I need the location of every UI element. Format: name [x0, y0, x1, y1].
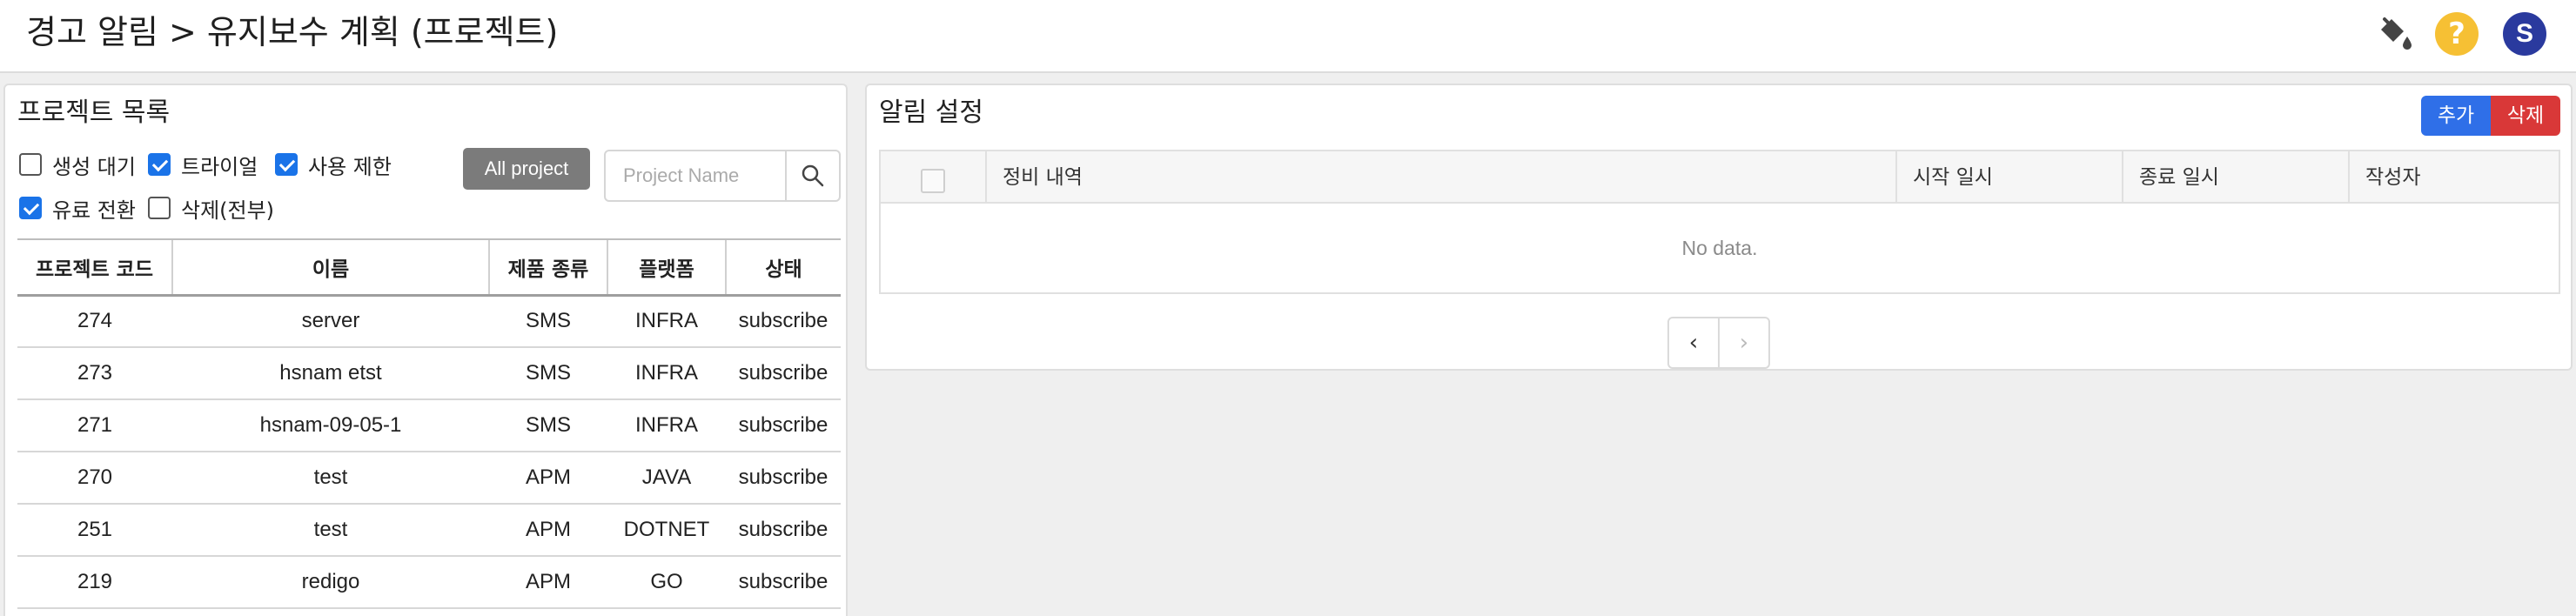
cell-name: server [172, 295, 489, 348]
cell-platform: JAVA [607, 452, 726, 505]
filter-deleted-label: 삭제(전부) [181, 198, 275, 223]
cell-status: subscribe [726, 295, 841, 348]
add-button[interactable]: 추가 [2421, 96, 2491, 136]
filter-trial[interactable]: 트라이얼 [148, 150, 258, 179]
cell-product-type: SMS [489, 347, 607, 400]
table-row[interactable]: 271 hsnam-09-05-1 SMS INFRA subscribe [17, 399, 841, 452]
pagination: ‹ › [1667, 317, 1770, 369]
cell-project-code: 271 [17, 399, 172, 452]
cell-platform: DOTNET [607, 504, 726, 557]
top-header: 경고 알림 > 유지보수 계획 (프로젝트) ? S [0, 0, 2576, 73]
no-data-message: No data. [1681, 237, 1758, 259]
col-platform[interactable]: 플랫폼 [607, 238, 726, 297]
project-list-title: 프로젝트 목록 [17, 97, 171, 128]
col-status[interactable]: 상태 [725, 238, 841, 297]
cell-platform: INFRA [607, 295, 726, 348]
prev-page-button[interactable]: ‹ [1669, 318, 1720, 367]
project-search [604, 150, 841, 202]
col-project-code[interactable]: 프로젝트 코드 [17, 238, 172, 297]
checkbox-restricted[interactable] [275, 153, 298, 176]
cell-name: test [172, 504, 489, 557]
alert-settings-title: 알림 설정 [879, 97, 983, 128]
page-title: 경고 알림 > 유지보수 계획 (프로젝트) [26, 13, 559, 51]
filter-restricted[interactable]: 사용 제한 [275, 150, 392, 179]
table-row[interactable]: 270 test APM JAVA subscribe [17, 452, 841, 505]
search-button[interactable] [785, 151, 839, 200]
all-project-button[interactable]: All project [463, 148, 590, 190]
filter-restricted-label: 사용 제한 [308, 154, 392, 179]
cell-status: subscribe [726, 504, 841, 557]
checkbox-trial[interactable] [148, 153, 171, 176]
col-maintenance-detail[interactable]: 정비 내역 [985, 151, 1895, 204]
cell-project-code: 274 [17, 295, 172, 348]
filter-pending[interactable]: 생성 대기 [19, 150, 136, 179]
cell-status: subscribe [726, 452, 841, 505]
cell-name: redigo [172, 556, 489, 609]
cell-product-type: SMS [489, 295, 607, 348]
next-page-button[interactable]: › [1720, 318, 1768, 367]
col-name[interactable]: 이름 [171, 238, 489, 297]
select-all-checkbox[interactable] [921, 169, 945, 193]
checkbox-deleted[interactable] [148, 197, 171, 219]
filter-trial-label: 트라이얼 [181, 154, 258, 179]
paint-bucket-icon[interactable] [2372, 12, 2414, 54]
checkbox-paid[interactable] [19, 197, 42, 219]
col-author[interactable]: 작성자 [2348, 151, 2559, 204]
cell-name: test [172, 452, 489, 505]
filter-pending-label: 생성 대기 [52, 154, 136, 179]
delete-button[interactable]: 삭제 [2491, 96, 2560, 136]
project-name-search-input[interactable] [606, 151, 785, 200]
cell-product-type: APM [489, 504, 607, 557]
cell-product-type: APM [489, 452, 607, 505]
cell-name: hsnam-09-05-1 [172, 399, 489, 452]
cell-name: hsnam etst [172, 347, 489, 400]
cell-platform: INFRA [607, 347, 726, 400]
col-product-type[interactable]: 제품 종류 [488, 238, 607, 297]
cell-status: subscribe [726, 347, 841, 400]
table-header-row: 프로젝트 코드 이름 제품 종류 플랫폼 상태 [17, 238, 841, 297]
filter-deleted[interactable]: 삭제(전부) [148, 193, 274, 223]
user-avatar[interactable]: S [2503, 12, 2546, 56]
help-icon[interactable]: ? [2435, 12, 2479, 56]
cell-platform: GO [607, 556, 726, 609]
project-table: 프로젝트 코드 이름 제품 종류 플랫폼 상태 274 server SMS I… [17, 238, 841, 609]
maintenance-grid: 정비 내역 시작 일시 종료 일시 작성자 No data. [879, 150, 2560, 294]
table-row[interactable]: 219 redigo APM GO subscribe [17, 556, 841, 609]
search-icon [802, 164, 824, 187]
table-row[interactable]: 251 test APM DOTNET subscribe [17, 504, 841, 557]
grid-header-row: 정비 내역 시작 일시 종료 일시 작성자 [881, 151, 2559, 204]
cell-product-type: SMS [489, 399, 607, 452]
cell-project-code: 219 [17, 556, 172, 609]
table-row[interactable]: 274 server SMS INFRA subscribe [17, 295, 841, 348]
filter-paid[interactable]: 유료 전환 [19, 193, 136, 223]
cell-project-code: 270 [17, 452, 172, 505]
cell-status: subscribe [726, 556, 841, 609]
cell-status: subscribe [726, 399, 841, 452]
project-list-panel: 프로젝트 목록 생성 대기 트라이얼 사용 제한 유료 전환 삭제(전부) Al… [3, 84, 848, 616]
cell-platform: INFRA [607, 399, 726, 452]
cell-project-code: 273 [17, 347, 172, 400]
alert-settings-panel: 알림 설정 추가 삭제 정비 내역 시작 일시 종료 일시 작성자 No dat… [865, 84, 2573, 371]
col-start-time[interactable]: 시작 일시 [1895, 151, 2122, 204]
table-row[interactable]: 273 hsnam etst SMS INFRA subscribe [17, 347, 841, 400]
cell-product-type: APM [489, 556, 607, 609]
cell-project-code: 251 [17, 504, 172, 557]
checkbox-pending[interactable] [19, 153, 42, 176]
col-end-time[interactable]: 종료 일시 [2122, 151, 2348, 204]
filter-paid-label: 유료 전환 [52, 198, 136, 223]
